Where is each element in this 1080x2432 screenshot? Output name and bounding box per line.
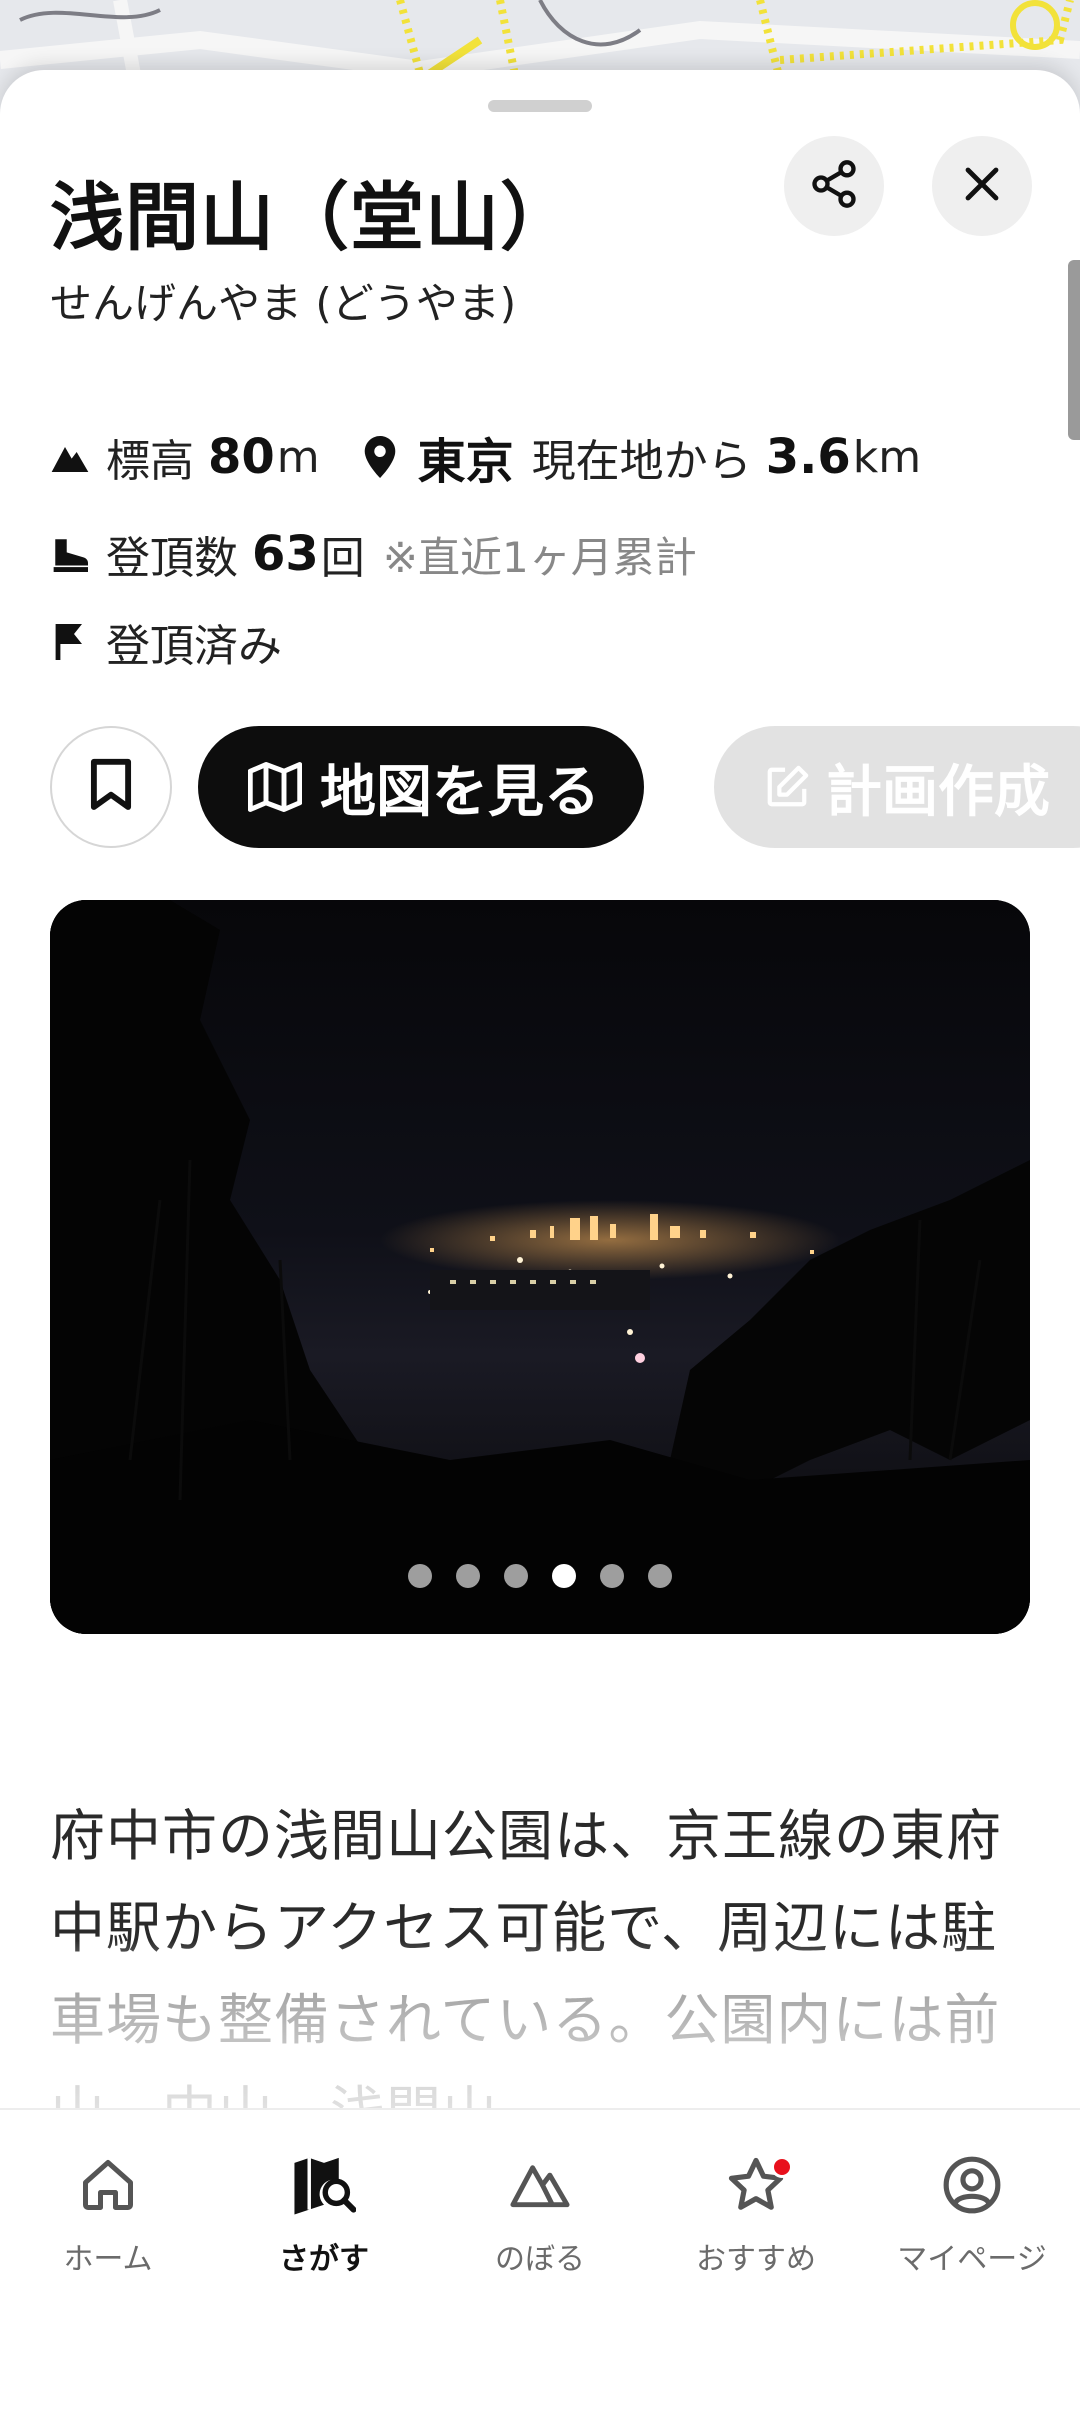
carousel-dot[interactable] — [600, 1564, 624, 1588]
elevation-location-row: 標高 80 m 東京 現在地から 3.6 km — [50, 422, 921, 492]
create-plan-label: 計画作成 — [826, 759, 1050, 825]
notification-badge — [771, 2156, 793, 2178]
edit-icon — [764, 764, 810, 810]
mountain-title: 浅間山（堂山） — [50, 175, 575, 261]
carousel-dot[interactable] — [552, 1564, 576, 1588]
drag-handle[interactable] — [488, 100, 592, 112]
scrollbar[interactable] — [1068, 260, 1080, 440]
close-icon — [958, 160, 1006, 212]
carousel-indicator[interactable] — [50, 1564, 1030, 1588]
bookmark-button[interactable] — [50, 726, 172, 848]
summit-count-unit: 回 — [320, 533, 365, 584]
tab-recommend-label: おすすめ — [696, 2242, 816, 2277]
carousel-dot[interactable] — [648, 1564, 672, 1588]
tab-mypage-label: マイページ — [897, 2242, 1047, 2277]
mountain-icon — [50, 437, 90, 477]
elevation-label: 標高 — [106, 436, 194, 487]
elevation-unit: m — [276, 431, 320, 483]
map-icon — [248, 762, 302, 812]
carousel-dot[interactable] — [504, 1564, 528, 1588]
mountain-reading: せんげんやま (どうやま) — [50, 279, 517, 328]
home-icon — [78, 2152, 138, 2218]
close-button[interactable] — [932, 136, 1032, 236]
action-buttons: 地図を見る — [50, 726, 644, 848]
share-icon — [808, 158, 860, 214]
boot-icon — [50, 534, 90, 574]
map-search-icon — [292, 2152, 356, 2218]
tab-search[interactable]: さがす — [216, 2110, 432, 2328]
tab-home[interactable]: ホーム — [0, 2110, 216, 2328]
user-icon — [941, 2152, 1003, 2218]
mountain-detail-sheet: 浅間山（堂山） せんげんやま (どうやま) 標高 80 m 東京 現在地から 3… — [0, 70, 1080, 2144]
tab-climb-label: のぼる — [495, 2242, 585, 2277]
distance-label: 現在地から — [531, 436, 752, 487]
share-button[interactable] — [784, 136, 884, 236]
view-map-button[interactable]: 地図を見る — [198, 726, 644, 848]
tab-recommend[interactable]: おすすめ — [648, 2110, 864, 2328]
mountain-icon — [508, 2152, 572, 2218]
summit-count-label: 登頂数 — [106, 533, 238, 584]
prefecture: 東京 — [417, 434, 514, 490]
location-pin-icon — [360, 436, 400, 478]
flag-icon — [50, 622, 90, 662]
elevation-value: 80 — [208, 429, 275, 485]
bookmark-icon — [89, 758, 133, 816]
create-plan-button[interactable]: 計画作成 — [714, 726, 1080, 848]
tab-climb[interactable]: のぼる — [432, 2110, 648, 2328]
tab-mypage[interactable]: マイページ — [864, 2110, 1080, 2328]
tab-search-label: さがす — [279, 2242, 369, 2277]
tab-home-label: ホーム — [63, 2242, 153, 2277]
distance-value: 3.6 — [765, 429, 851, 485]
carousel-dot[interactable] — [456, 1564, 480, 1588]
night-view-photo — [50, 900, 1030, 1634]
mountain-description: 府中市の浅間山公園は、京王線の東府中駅からアクセス可能で、周辺には駐車場も整備さ… — [50, 1804, 1003, 2144]
photo-carousel[interactable] — [50, 900, 1030, 1634]
summit-count-value: 63 — [252, 526, 319, 582]
star-icon — [725, 2152, 793, 2218]
bottom-navigation: ホーム さがす のぼる おすすめ マイページ — [0, 2108, 1080, 2328]
summit-status-row: 登頂済み — [50, 610, 282, 674]
summit-status: 登頂済み — [106, 621, 282, 672]
summit-count-note: ※直近1ヶ月累計 — [382, 532, 697, 582]
distance-unit: km — [852, 431, 922, 483]
summit-count-row: 登頂数 63 回 ※直近1ヶ月累計 — [50, 522, 697, 586]
carousel-dot[interactable] — [408, 1564, 432, 1588]
view-map-label: 地図を見る — [320, 759, 600, 825]
